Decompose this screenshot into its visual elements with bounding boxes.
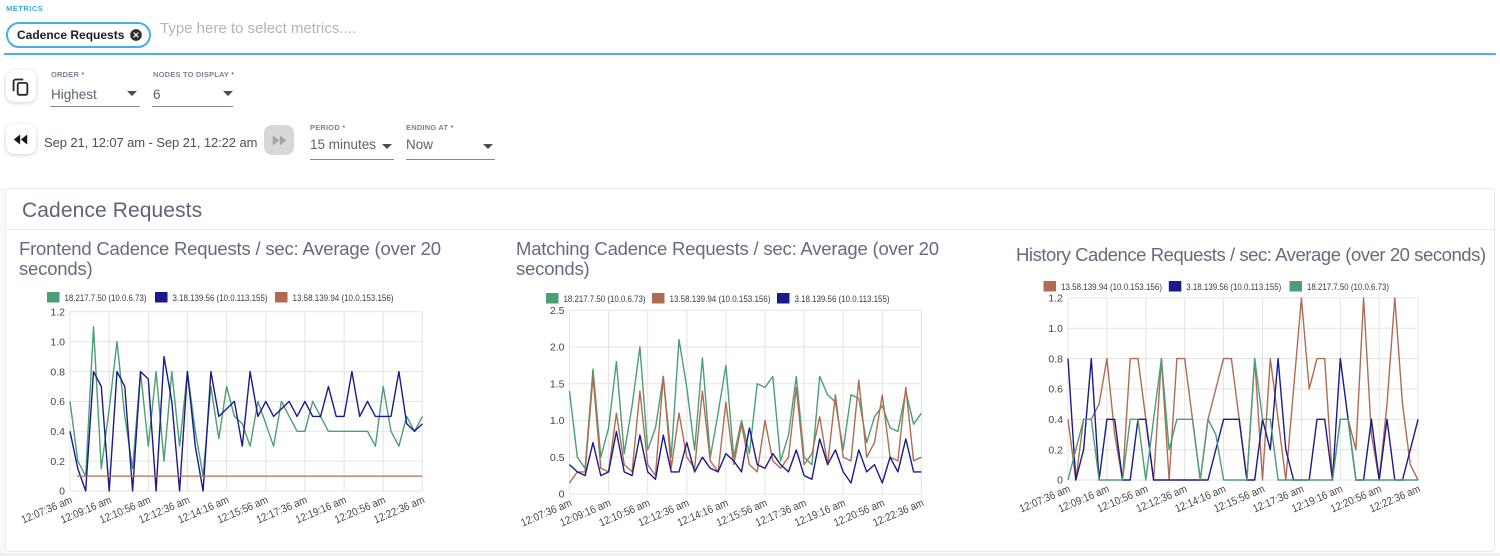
svg-text:0.2: 0.2 [1048,444,1063,456]
svg-text:1.2: 1.2 [50,307,65,319]
svg-text:1.0: 1.0 [1048,323,1063,335]
svg-text:1.0: 1.0 [550,415,565,427]
svg-text:3.18.139.56 (10.0.113.155): 3.18.139.56 (10.0.113.155) [1186,282,1281,293]
svg-text:0.8: 0.8 [1048,353,1063,365]
svg-text:0.5: 0.5 [550,452,565,464]
svg-text:1.5: 1.5 [550,378,565,390]
svg-text:18.217.7.50 (10.0.6.73): 18.217.7.50 (10.0.6.73) [1307,282,1389,293]
svg-text:1.2: 1.2 [1048,293,1063,305]
svg-text:2.5: 2.5 [550,305,565,317]
svg-text:3.18.139.56 (10.0.113.155): 3.18.139.56 (10.0.113.155) [173,293,268,304]
svg-text:18.217.7.50 (10.0.6.73): 18.217.7.50 (10.0.6.73) [564,294,646,305]
svg-text:0.8: 0.8 [50,366,65,378]
svg-text:13.58.139.94 (10.0.153.156): 13.58.139.94 (10.0.153.156) [293,293,394,304]
svg-text:13.58.139.94 (10.0.153.156): 13.58.139.94 (10.0.153.156) [1061,282,1162,293]
svg-text:13.58.139.94 (10.0.153.156): 13.58.139.94 (10.0.153.156) [670,294,771,305]
svg-text:1.0: 1.0 [50,336,65,348]
svg-text:2.0: 2.0 [550,342,565,354]
svg-text:0.4: 0.4 [50,426,65,438]
svg-text:18.217.7.50 (10.0.6.73): 18.217.7.50 (10.0.6.73) [65,293,147,304]
svg-text:0.6: 0.6 [1048,384,1063,396]
svg-text:3.18.139.56 (10.0.113.155): 3.18.139.56 (10.0.113.155) [795,294,890,305]
svg-text:0.6: 0.6 [50,396,65,408]
svg-text:0.4: 0.4 [1048,414,1063,426]
svg-text:0.2: 0.2 [50,456,65,468]
